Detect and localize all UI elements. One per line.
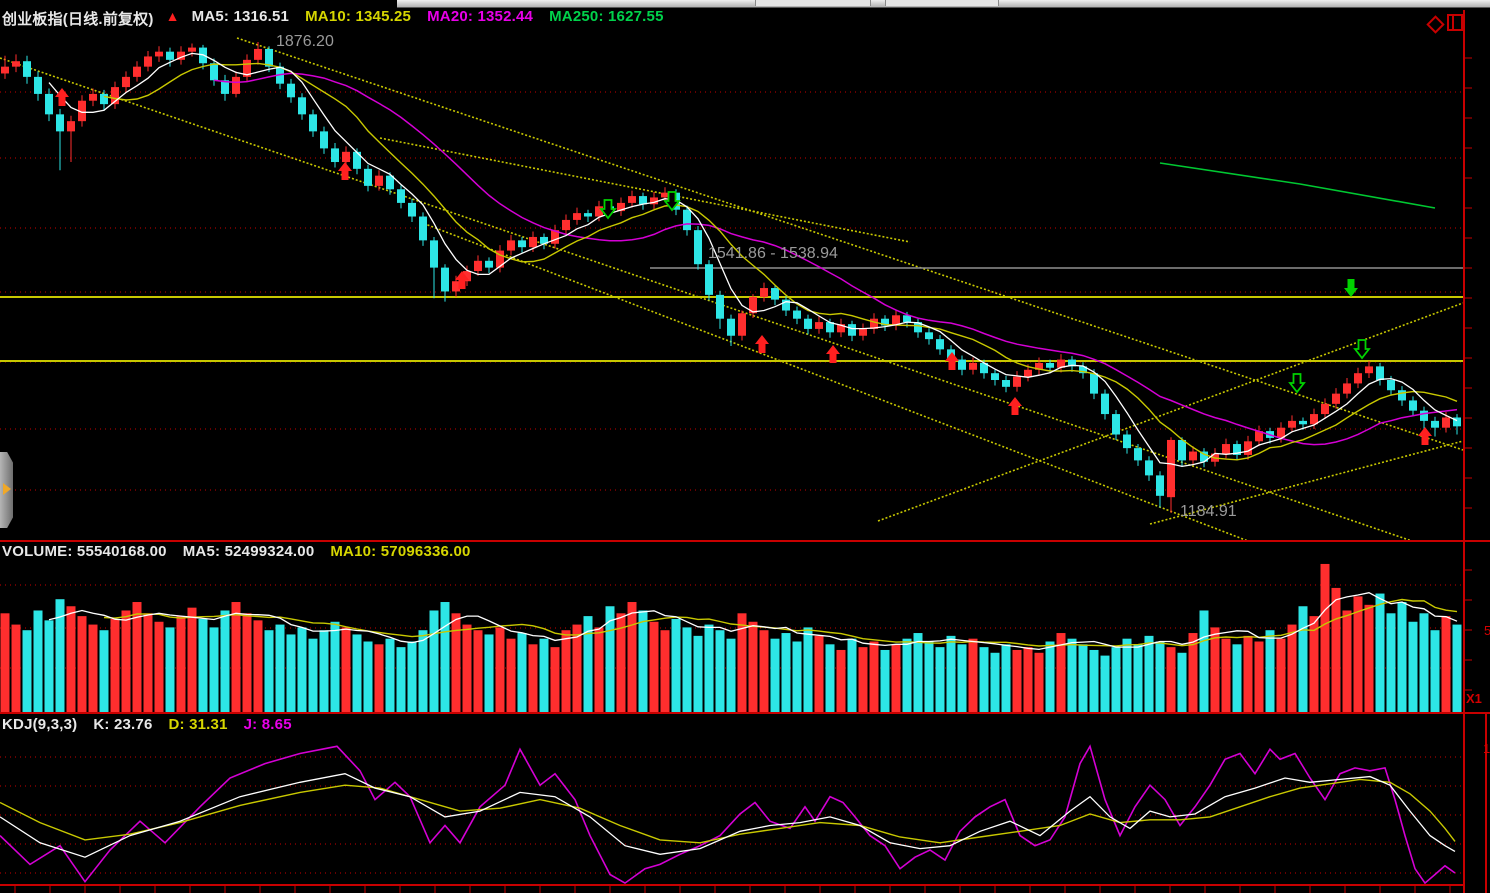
ma10-value: MA10: 1345.25	[305, 8, 412, 25]
kdj-d-value: D: 31.31	[168, 716, 228, 733]
gap-range-label: 1541.86 - 1538.94	[708, 245, 838, 262]
stock-chart-app: { "header": { "title": "创业板指(日线.前复权)", "…	[0, 0, 1490, 893]
split-window-icon[interactable]	[1447, 14, 1463, 31]
left-panel-handle[interactable]	[0, 452, 13, 528]
instrument-title: 创业板指(日线.前复权)	[2, 11, 154, 28]
split-divider	[1452, 16, 1454, 29]
pane-scale-label: X1	[1466, 691, 1482, 706]
peak-price-label: 1876.20	[276, 33, 334, 50]
ma250-value: MA250: 1627.55	[549, 8, 664, 25]
ma5-value: MA5: 1316.51	[191, 8, 290, 25]
ma20-value: MA20: 1352.44	[427, 8, 534, 25]
right-axis-partial-label: 1	[1483, 741, 1490, 756]
volume-header: VOLUME: 55540168.00 MA5: 52499324.00 MA1…	[2, 543, 471, 560]
kdj-pane	[0, 744, 1464, 885]
volume-pane	[0, 563, 1464, 712]
chart-canvas[interactable]	[0, 0, 1490, 893]
low-price-label: 1184.91	[1180, 503, 1237, 520]
right-axis-partial-label: 5	[1484, 623, 1490, 638]
scrollbar-thumb[interactable]	[755, 0, 871, 6]
kdj-name: KDJ(9,3,3)	[2, 716, 78, 733]
volume-value: VOLUME: 55540168.00	[2, 543, 167, 560]
main-chart-header: 创业板指(日线.前复权) ▲ MA5: 1316.51 MA10: 1345.2…	[2, 8, 664, 29]
kdj-header: KDJ(9,3,3) K: 23.76 D: 31.31 J: 8.65	[2, 716, 292, 733]
kdj-k-value: K: 23.76	[93, 716, 153, 733]
volume-ma5-value: MA5: 52499324.00	[182, 543, 315, 560]
kdj-j-value: J: 8.65	[243, 716, 292, 733]
top-scrollbar[interactable]	[397, 0, 1490, 8]
up-arrow-icon: ▲	[165, 8, 180, 24]
axes	[0, 10, 1490, 893]
expand-arrow-icon	[3, 483, 11, 495]
main-pane	[0, 37, 1464, 542]
scrollbar-thumb[interactable]	[885, 0, 999, 6]
volume-ma10-value: MA10: 57096336.00	[330, 543, 471, 560]
